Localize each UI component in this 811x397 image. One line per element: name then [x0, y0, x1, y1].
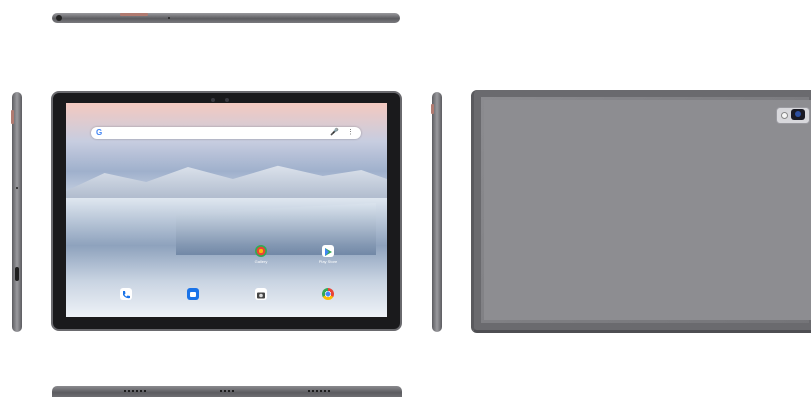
gallery-app-icon[interactable] [255, 245, 267, 257]
mic-icon[interactable]: 🎤 [330, 128, 339, 136]
power-button [431, 104, 434, 114]
camera-app-icon[interactable] [255, 288, 267, 300]
back-panel [484, 100, 811, 320]
tablet-top-edge [52, 13, 400, 23]
google-logo-icon: G [96, 128, 103, 137]
volume-button [120, 13, 148, 16]
gallery-app-label: Gallery [254, 259, 268, 264]
usb-port [15, 267, 19, 281]
front-sensor-icon [211, 98, 215, 102]
flash-icon [781, 112, 788, 119]
tablet-back [471, 90, 811, 333]
speaker-grille [308, 390, 330, 392]
rear-camera-module [776, 107, 810, 124]
top-edge-port [56, 15, 62, 21]
google-search-bar[interactable]: G 🎤 ⋮ [91, 127, 361, 139]
messages-app-icon[interactable] [187, 288, 199, 300]
play-store-app-icon[interactable] [322, 245, 334, 257]
side-mic-hole [16, 187, 18, 189]
tablet-left-side [11, 92, 22, 332]
tablet-bottom-edge [52, 386, 402, 397]
play-store-app-label: Play Store [318, 259, 338, 264]
chrome-app-icon[interactable] [322, 288, 334, 300]
speaker-grille [220, 390, 236, 392]
phone-app-icon[interactable] [120, 288, 132, 300]
front-camera-icon [225, 98, 229, 102]
power-button [11, 110, 14, 124]
grid-icon[interactable]: ⋮ [347, 128, 354, 136]
status-bar [66, 103, 387, 111]
mic-hole [168, 17, 170, 19]
camera-lens-icon [791, 109, 805, 120]
tablet-screen: G 🎤 ⋮ Gallery Play Store [66, 103, 387, 317]
speaker-grille [124, 390, 148, 392]
tablet-right-side [431, 92, 442, 332]
